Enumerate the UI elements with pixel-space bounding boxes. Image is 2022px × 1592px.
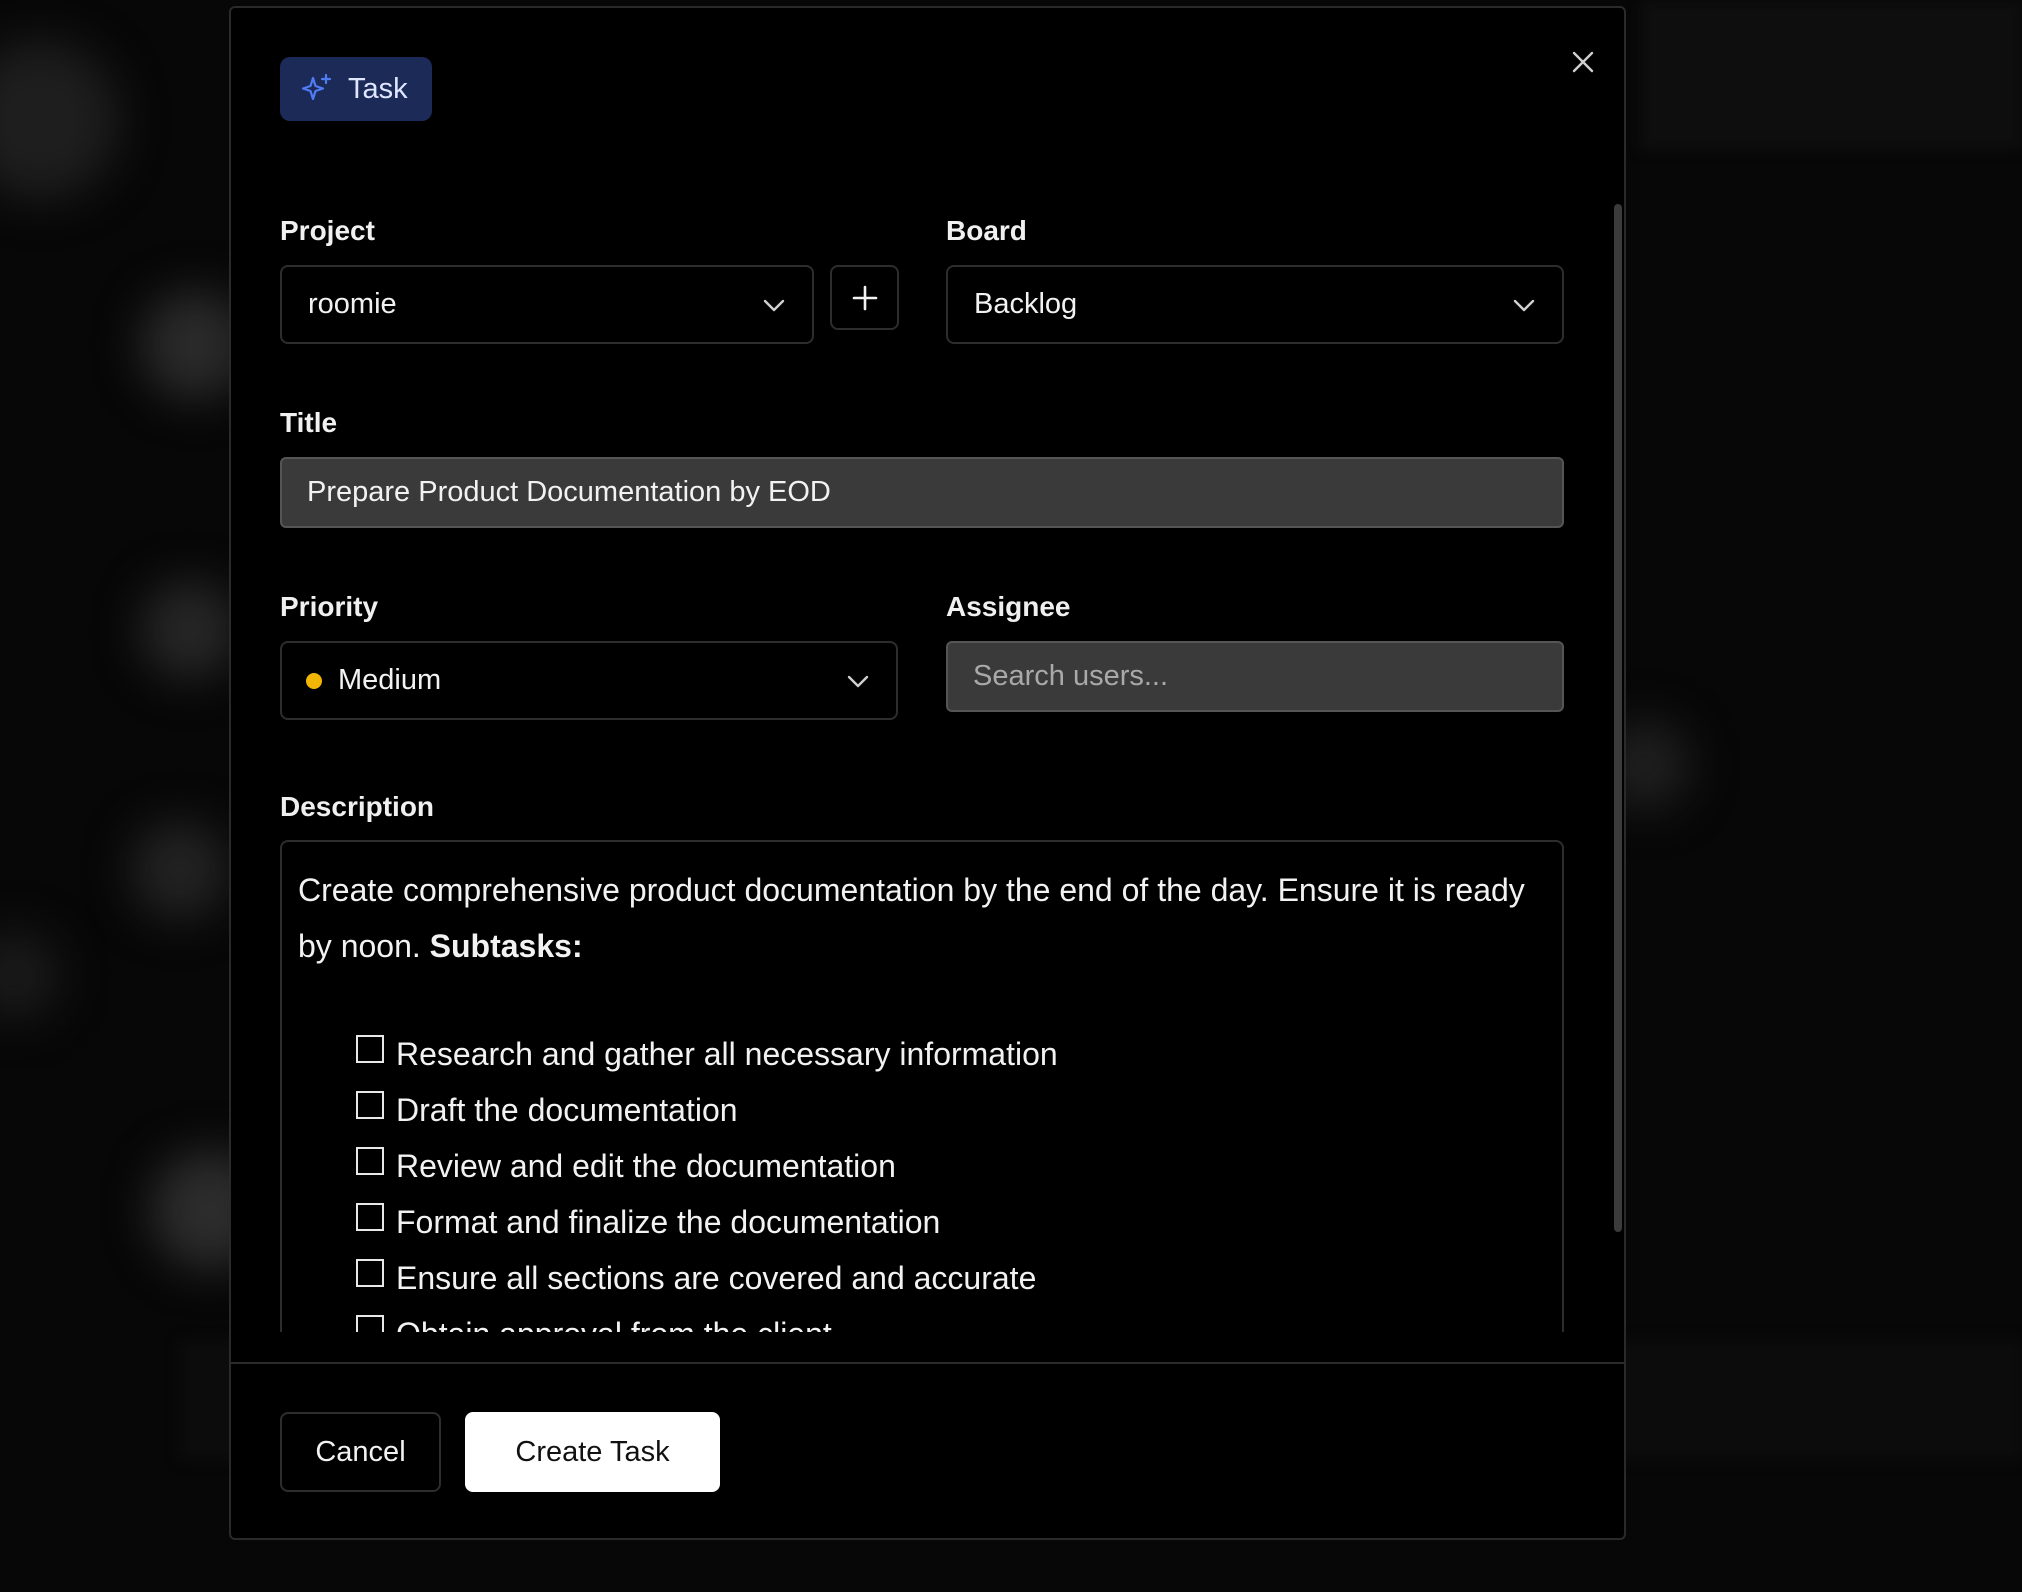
create-task-button[interactable]: Create Task [465, 1412, 720, 1492]
subtask-checkbox[interactable] [356, 1147, 384, 1175]
dialog-scrollbar[interactable] [1614, 204, 1622, 1232]
description-label: Description [280, 791, 435, 822]
priority-dot [306, 672, 322, 689]
subtask-checkbox[interactable] [356, 1035, 384, 1063]
plus-icon [852, 285, 877, 310]
cancel-button[interactable]: Cancel [280, 1412, 441, 1492]
project-label: Project [280, 215, 375, 246]
priority-value: Medium [338, 664, 442, 696]
subtask-text: Format and finalize the documentation [396, 1203, 941, 1240]
assignee-label: Assignee [946, 591, 1071, 622]
board-value: Backlog [974, 288, 1078, 320]
board-select[interactable]: Backlog [946, 265, 1564, 344]
board-label: Board [946, 215, 1027, 246]
chevron-down-icon [847, 675, 869, 688]
priority-label: Priority [280, 591, 379, 622]
close-icon [1572, 51, 1594, 73]
assignee-search-input[interactable] [946, 641, 1564, 712]
create-task-dialog: Task Project roomie Board Backlog Title … [229, 6, 1626, 1540]
subtask-item: Format and finalize the documentation [356, 1194, 1544, 1250]
subtasks-heading: Subtasks: [429, 928, 583, 964]
footer-divider [231, 1362, 1624, 1364]
chevron-down-icon [763, 299, 785, 312]
subtask-text: Ensure all sections are covered and accu… [396, 1259, 1037, 1296]
subtask-item: Review and edit the documentation [356, 1138, 1544, 1194]
subtask-item: Ensure all sections are covered and accu… [356, 1250, 1544, 1306]
subtask-text: Review and edit the documentation [396, 1147, 896, 1184]
subtask-checkbox[interactable] [356, 1259, 384, 1287]
description-text: Create comprehensive product documentati… [298, 862, 1544, 974]
subtask-checkbox[interactable] [356, 1315, 384, 1332]
title-label: Title [280, 407, 338, 438]
subtask-list: Research and gather all necessary inform… [356, 1026, 1544, 1332]
subtask-checkbox[interactable] [356, 1203, 384, 1231]
description-editor[interactable]: Create comprehensive product documentati… [280, 840, 1564, 1332]
subtask-text: Obtain approval from the client [396, 1316, 832, 1333]
subtask-text: Draft the documentation [396, 1091, 738, 1128]
subtask-item: Research and gather all necessary inform… [356, 1026, 1544, 1082]
task-type-label: Task [348, 72, 408, 105]
task-type-badge[interactable]: Task [280, 57, 432, 121]
subtask-checkbox[interactable] [356, 1091, 384, 1119]
chevron-down-icon [1513, 299, 1535, 312]
title-input[interactable]: Prepare Product Documentation by EOD [280, 457, 1564, 528]
project-select[interactable]: roomie [280, 265, 814, 344]
priority-select[interactable]: Medium [280, 641, 898, 720]
subtask-text: Research and gather all necessary inform… [396, 1035, 1058, 1072]
add-project-button[interactable] [830, 265, 899, 330]
sparkles-icon [301, 73, 332, 101]
close-button[interactable] [1563, 42, 1603, 82]
project-value: roomie [308, 288, 397, 320]
title-value: Prepare Product Documentation by EOD [307, 476, 831, 508]
subtask-item: Obtain approval from the client [356, 1306, 1544, 1332]
subtask-item: Draft the documentation [356, 1082, 1544, 1138]
